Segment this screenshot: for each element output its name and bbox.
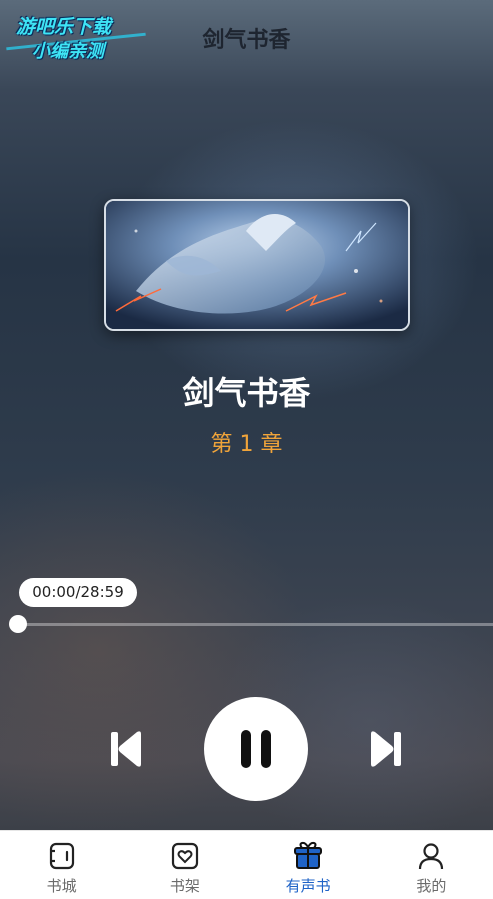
user-profile-icon [419,843,444,870]
playback-time: 00:00/28:59 [19,578,137,607]
bottom-tab-bar: 书城 书架 有声书 我的 [0,830,493,899]
progress-knob[interactable] [9,615,27,633]
pause-icon [241,730,271,768]
bookshelf-heart-icon [171,842,198,870]
tab-label-bookstore: 书城 [46,877,77,895]
book-cover [104,199,410,331]
skip-next-icon [371,731,401,767]
tab-label-audiobook: 有声书 [285,877,331,895]
book-title: 剑气书香 [182,374,311,412]
next-chapter-button[interactable] [364,726,408,772]
chapter-label: 第 1 章 [210,432,283,457]
bookstore-icon [49,842,74,870]
tab-label-profile: 我的 [416,877,447,895]
page-title: 剑气书香 [202,28,291,53]
tab-audiobook[interactable]: 有声书 [247,831,370,899]
play-pause-button[interactable] [204,697,308,801]
player-screen: 游吧乐下载 小编亲测 剑气书香 剑气书香 第 1 章 00:00/28:59 书… [0,0,493,899]
tab-profile[interactable]: 我的 [370,831,493,899]
tab-bookshelf[interactable]: 书架 [123,831,246,899]
progress-slider[interactable] [9,615,493,633]
cover-artwork [106,201,408,329]
audiobook-gift-icon [294,841,323,869]
previous-chapter-button[interactable] [104,726,148,772]
skip-previous-icon [111,731,141,767]
tab-label-bookshelf: 书架 [169,877,200,895]
tab-bookstore[interactable]: 书城 [0,831,123,899]
